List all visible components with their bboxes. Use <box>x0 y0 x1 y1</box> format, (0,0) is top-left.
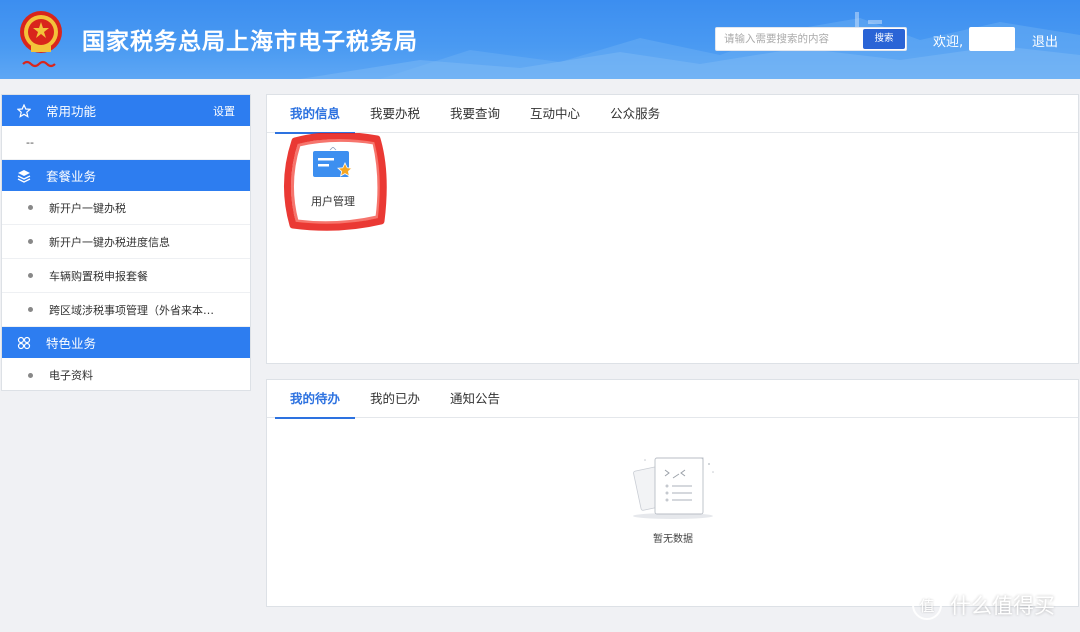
empty-data-illustration <box>633 457 714 519</box>
tab-my-info[interactable]: 我的信息 <box>275 95 356 134</box>
sidebar-item[interactable]: 跨区域涉税事项管理（外省来本… <box>2 293 250 327</box>
empty-state-text: 暂无数据 <box>653 534 693 545</box>
watermark-logo-icon: 值 <box>912 590 942 620</box>
sidebar-item-label: 新开户一键办税进度信息 <box>49 235 170 249</box>
sidebar-item[interactable]: 新开户一键办税进度信息 <box>2 225 250 259</box>
user-management-icon <box>313 147 353 177</box>
sidebar: 常用功能 设置 -- 套餐业务 新开户一键办税 新开户一键办税进度信息 车辆购置… <box>1 94 251 391</box>
sidebar-item-label: 车辆购置税申报套餐 <box>49 269 148 283</box>
sidebar-item[interactable]: 车辆购置税申报套餐 <box>2 259 250 293</box>
search-input[interactable] <box>716 28 864 50</box>
watermark: 值 什么值得买 <box>912 590 1055 620</box>
sidebar-section-label: 常用功能 <box>46 104 97 119</box>
sidebar-section-label: 特色业务 <box>46 336 97 351</box>
sidebar-item-label: 电子资料 <box>49 369 93 382</box>
search-button[interactable]: 搜索 <box>863 29 905 49</box>
bottom-tabs: 我的待办 我的已办 通知公告 <box>275 380 515 419</box>
bullet-dot <box>28 239 33 244</box>
sidebar-section-package[interactable]: 套餐业务 <box>2 160 250 191</box>
sidebar-item[interactable]: 电子资料 <box>2 358 250 392</box>
tab-query[interactable]: 我要查询 <box>435 95 515 133</box>
todo-panel: 我的待办 我的已办 通知公告 暂无数据 <box>266 379 1079 607</box>
site-title: 国家税务总局上海市电子税务局 <box>82 29 418 55</box>
bullet-dot <box>28 307 33 312</box>
sidebar-section-label: 套餐业务 <box>46 169 97 184</box>
star-icon <box>16 103 32 119</box>
sidebar-item-label: 跨区域涉税事项管理（外省来本… <box>49 303 214 317</box>
sidebar-section-common[interactable]: 常用功能 设置 <box>2 95 250 126</box>
sidebar-item-label: 新开户一键办税 <box>49 201 126 215</box>
top-tabs: 我的信息 我要办税 我要查询 互动中心 公众服务 <box>275 95 675 134</box>
grid-icon <box>16 335 32 351</box>
top-header: 国家税务总局上海市电子税务局 搜索 欢迎, 退出 <box>0 0 1080 79</box>
tab-interaction-center[interactable]: 互动中心 <box>515 95 595 133</box>
tax-emblem-logo <box>15 8 67 72</box>
sidebar-section-special[interactable]: 特色业务 <box>2 327 250 358</box>
bullet-dot <box>28 273 33 278</box>
layers-icon <box>16 168 32 184</box>
search-bar: 搜索 <box>715 27 907 51</box>
sidebar-empty-placeholder: -- <box>2 126 250 160</box>
tab-public-service[interactable]: 公众服务 <box>595 95 675 133</box>
my-info-panel: 我的信息 我要办税 我要查询 互动中心 公众服务 用户管理 <box>266 94 1079 364</box>
tab-my-done[interactable]: 我的已办 <box>355 380 435 418</box>
settings-link[interactable]: 设置 <box>213 103 235 119</box>
welcome-label: 欢迎, <box>933 35 964 50</box>
bullet-dot <box>28 205 33 210</box>
bullet-dot <box>28 372 33 378</box>
tab-my-todo[interactable]: 我的待办 <box>275 380 356 419</box>
watermark-text: 什么值得买 <box>950 594 1055 618</box>
user-management-app[interactable]: 用户管理 <box>303 143 363 213</box>
tab-notices[interactable]: 通知公告 <box>435 380 515 418</box>
app-label: 用户管理 <box>311 195 355 208</box>
logout-link[interactable]: 退出 <box>1032 31 1058 50</box>
username-box[interactable] <box>969 27 1015 51</box>
sidebar-item[interactable]: 新开户一键办税 <box>2 191 250 225</box>
tab-tax-handling[interactable]: 我要办税 <box>355 95 435 133</box>
